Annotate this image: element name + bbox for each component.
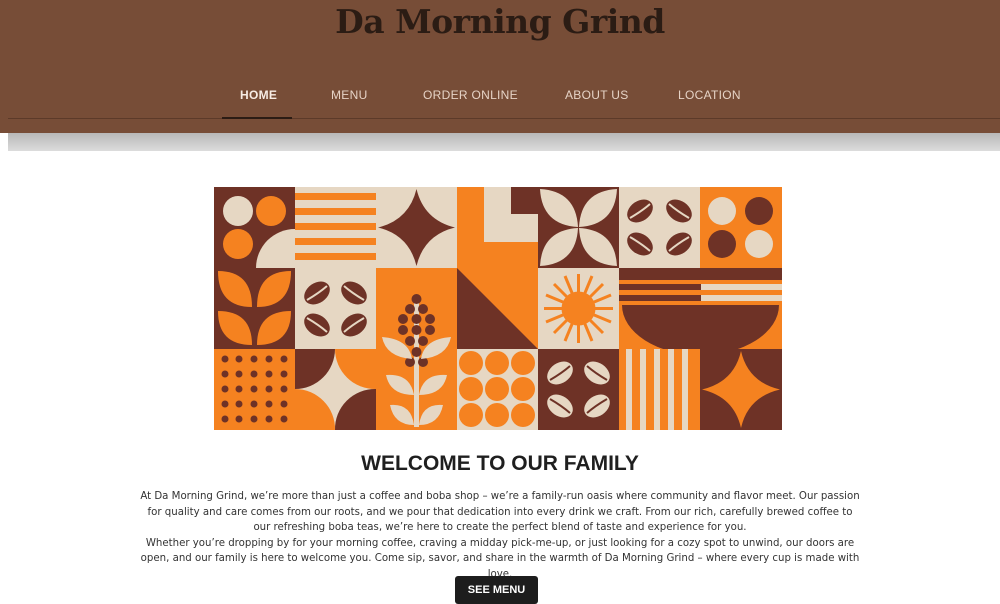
site-header: Da Morning Grind HOME MENU ORDER ONLINE … bbox=[0, 0, 1000, 133]
hero-image bbox=[214, 187, 782, 430]
welcome-body: At Da Morning Grind, we’re more than jus… bbox=[140, 489, 860, 583]
nav-item-order-online[interactable]: ORDER ONLINE bbox=[423, 88, 518, 102]
welcome-heading: WELCOME TO OUR FAMILY bbox=[361, 452, 639, 475]
header-shadow bbox=[8, 133, 1000, 151]
nav-item-about-us[interactable]: ABOUT US bbox=[565, 88, 629, 102]
geometric-coffee-pattern-icon bbox=[214, 187, 782, 430]
nav-item-location[interactable]: LOCATION bbox=[678, 88, 741, 102]
brand-logo-text[interactable]: Da Morning Grind bbox=[0, 2, 1000, 41]
nav-item-home[interactable]: HOME bbox=[240, 88, 277, 102]
main-nav: HOME MENU ORDER ONLINE ABOUT US LOCATION bbox=[0, 88, 1000, 118]
header-divider bbox=[8, 118, 1000, 119]
welcome-paragraph-1: At Da Morning Grind, we’re more than jus… bbox=[140, 491, 860, 534]
nav-item-menu[interactable]: MENU bbox=[331, 88, 368, 102]
active-nav-underline bbox=[222, 117, 292, 119]
